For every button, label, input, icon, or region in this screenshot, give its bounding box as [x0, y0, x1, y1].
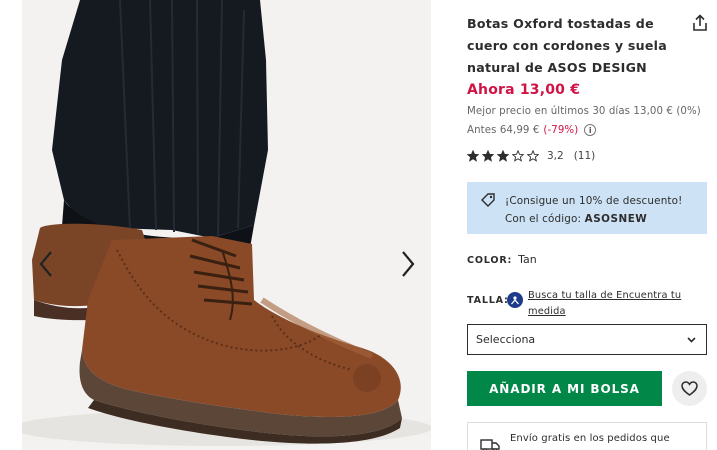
- chevron-right-icon: [402, 251, 415, 277]
- gallery-next-button[interactable]: [394, 246, 422, 282]
- price-tag-icon: [481, 193, 495, 207]
- color-label: COLOR:: [467, 255, 513, 266]
- star-filled-icon: [497, 150, 509, 162]
- product-title: Botas Oxford tostadas de cuero con cordo…: [467, 16, 667, 75]
- product-image-gallery[interactable]: [22, 0, 431, 450]
- star-empty-icon: [512, 150, 524, 162]
- delivery-text: Envío gratis en los pedidos que: [510, 433, 670, 444]
- gallery-prev-button[interactable]: [32, 246, 60, 282]
- rating-stars: [467, 150, 539, 162]
- star-empty-icon: [527, 150, 539, 162]
- discount-percentage: (-79%): [543, 124, 579, 136]
- size-select[interactable]: Selecciona: [467, 324, 707, 355]
- product-rating[interactable]: 3,2 (11): [467, 150, 595, 162]
- chevron-down-icon: [687, 336, 696, 343]
- current-price: Ahora 13,00 €: [467, 82, 581, 98]
- color-row: COLOR: Tan: [467, 253, 537, 266]
- promo-banner: ¡Consigue un 10% de descuento! Con el có…: [467, 182, 707, 234]
- delivery-info: Envío gratis en los pedidos que: [467, 422, 707, 450]
- product-photo: [22, 0, 431, 450]
- star-filled-icon: [467, 150, 479, 162]
- info-icon[interactable]: i: [584, 124, 597, 136]
- rating-count: (11): [573, 150, 596, 162]
- previous-price-value: Antes 64,99 €: [467, 124, 540, 136]
- size-label: TALLA:: [467, 295, 509, 306]
- star-filled-icon: [482, 150, 494, 162]
- fit-assistant-icon: [507, 292, 523, 308]
- heart-icon: [681, 381, 698, 396]
- share-button[interactable]: [692, 14, 710, 34]
- wishlist-button[interactable]: [672, 371, 707, 406]
- size-select-value: Selecciona: [476, 333, 536, 346]
- rating-value: 3,2: [547, 150, 564, 162]
- fit-assistant-link[interactable]: Busca tu talla de Encuentra tu medida: [528, 288, 688, 320]
- previous-price: Antes 64,99 € (-79%) i: [467, 124, 597, 136]
- best-price-30-days: Mejor precio en últimos 30 días 13,00 € …: [467, 106, 701, 117]
- color-value: Tan: [518, 253, 537, 266]
- add-to-bag-button[interactable]: AÑADIR A MI BOLSA: [467, 371, 662, 406]
- promo-code: ASOSNEW: [584, 213, 648, 225]
- truck-icon: [480, 439, 500, 450]
- share-icon: [693, 14, 707, 31]
- chevron-left-icon: [39, 251, 52, 277]
